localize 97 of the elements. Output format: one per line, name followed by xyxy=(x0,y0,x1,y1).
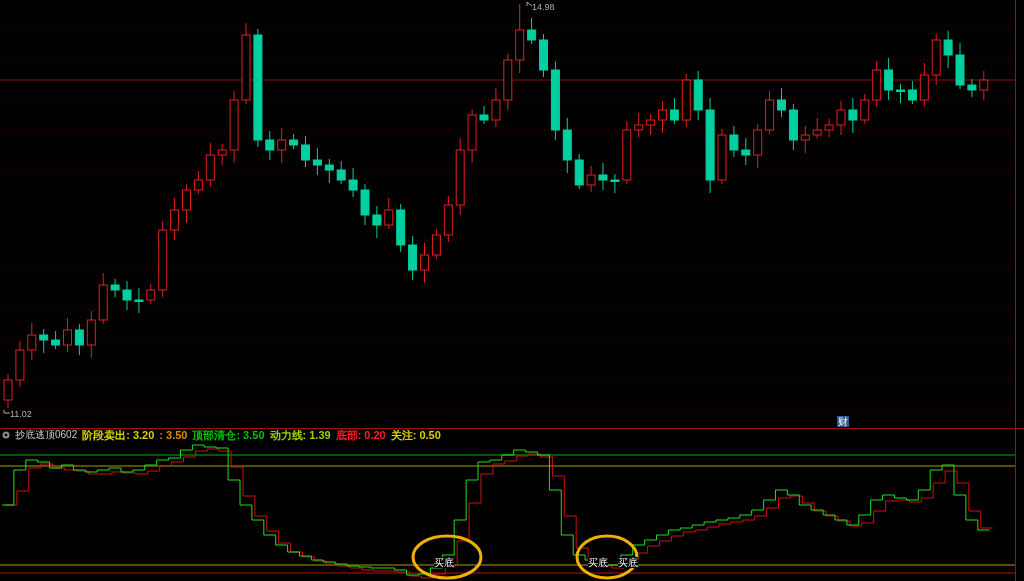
candlestick xyxy=(479,105,489,125)
candlestick xyxy=(669,97,679,125)
candlestick xyxy=(348,167,358,198)
candlestick xyxy=(74,323,84,356)
candlestick xyxy=(884,57,894,101)
candlestick xyxy=(598,162,608,191)
candlestick xyxy=(896,83,905,104)
candlestick xyxy=(515,3,525,74)
event-badge[interactable]: 财 xyxy=(837,416,849,427)
candlestick xyxy=(812,117,822,140)
candlestick xyxy=(955,42,965,90)
candlestick xyxy=(146,283,156,305)
candlestick xyxy=(741,137,751,166)
signal-label: 买底 xyxy=(434,557,454,568)
candlestick xyxy=(610,173,620,194)
candlestick xyxy=(824,118,834,138)
candlestick xyxy=(98,272,108,325)
legend-value: 1.39 xyxy=(309,429,331,441)
candlestick xyxy=(86,310,96,359)
candlestick xyxy=(729,125,739,158)
candlestick xyxy=(836,100,846,136)
candlestick xyxy=(491,87,501,128)
candlestick xyxy=(193,170,203,195)
low-price-label: 11.02 xyxy=(10,408,32,421)
candlestick xyxy=(788,103,798,151)
candlestick xyxy=(681,73,691,128)
candlestick xyxy=(574,153,584,190)
candlestick xyxy=(408,235,418,281)
candlestick xyxy=(765,90,775,135)
candlestick xyxy=(777,87,786,118)
high-price-label: 14.98 xyxy=(532,1,555,14)
candlestick xyxy=(63,317,72,353)
candlestick xyxy=(919,62,929,108)
candlestick xyxy=(931,33,941,86)
candlestick xyxy=(324,158,334,184)
candlestick xyxy=(967,78,977,98)
candlestick xyxy=(420,242,429,284)
candlestick xyxy=(15,340,25,388)
legend-label: 底部: xyxy=(335,429,362,441)
candlestick xyxy=(431,228,441,260)
candlestick xyxy=(979,70,989,101)
highlight-circle xyxy=(575,534,639,580)
candlestick xyxy=(622,120,632,185)
candlestick xyxy=(265,130,275,161)
signal-label: 买底 xyxy=(618,557,638,568)
highlight-circle xyxy=(411,534,483,580)
candlestick xyxy=(527,17,537,45)
candlestick xyxy=(396,203,406,253)
candlestick xyxy=(134,287,144,314)
candlestick xyxy=(848,97,858,134)
candlestick xyxy=(39,328,49,354)
indicator-name: 抄底逃顶0602 xyxy=(15,429,78,441)
candlestick xyxy=(360,183,370,226)
candlestick xyxy=(384,197,394,230)
legend-value: 3.50 xyxy=(243,429,265,441)
candlestick xyxy=(27,322,37,361)
candlestick xyxy=(800,125,810,154)
signal-label: 买底 xyxy=(588,557,608,568)
candlestick xyxy=(277,127,287,164)
legend-label: 动力线: xyxy=(269,429,307,441)
legend-value: 0.50 xyxy=(419,429,441,441)
candlestick xyxy=(634,112,644,138)
legend-value: 0.20 xyxy=(364,429,386,441)
candlestick xyxy=(753,123,763,169)
candlestick xyxy=(372,205,382,239)
candlestick xyxy=(943,30,953,69)
legend-label: 阶段卖出: xyxy=(82,429,130,441)
candlestick xyxy=(443,195,453,243)
candlestick xyxy=(182,183,191,224)
candlestick xyxy=(217,143,227,166)
candlestick xyxy=(170,197,180,241)
candlestick xyxy=(289,133,299,150)
legend-value: 3.20 xyxy=(132,429,155,441)
candlestick xyxy=(562,117,572,174)
candlestick xyxy=(717,128,727,185)
candlestick xyxy=(312,147,322,176)
candlestick xyxy=(51,330,61,350)
candlestick xyxy=(336,160,346,185)
candlestick xyxy=(122,280,132,311)
candlestick xyxy=(872,60,882,108)
candlestick xyxy=(586,165,596,193)
legend-value: 3.50 xyxy=(166,429,188,441)
legend-label: 顶部清仓: xyxy=(192,429,241,441)
candlestick xyxy=(301,135,310,168)
legend-label: 关注: xyxy=(390,429,417,441)
candlestick xyxy=(693,70,703,121)
legend-label: : xyxy=(159,429,163,441)
candlestick xyxy=(907,80,917,105)
candlestick xyxy=(860,93,870,125)
candlestick xyxy=(205,142,215,188)
candlestick xyxy=(646,113,656,136)
candlestick xyxy=(503,53,513,111)
candlestick xyxy=(539,33,548,78)
candlestick xyxy=(110,278,120,298)
candlestick xyxy=(467,108,477,164)
candlestick xyxy=(3,373,13,409)
candlestick xyxy=(658,100,667,134)
